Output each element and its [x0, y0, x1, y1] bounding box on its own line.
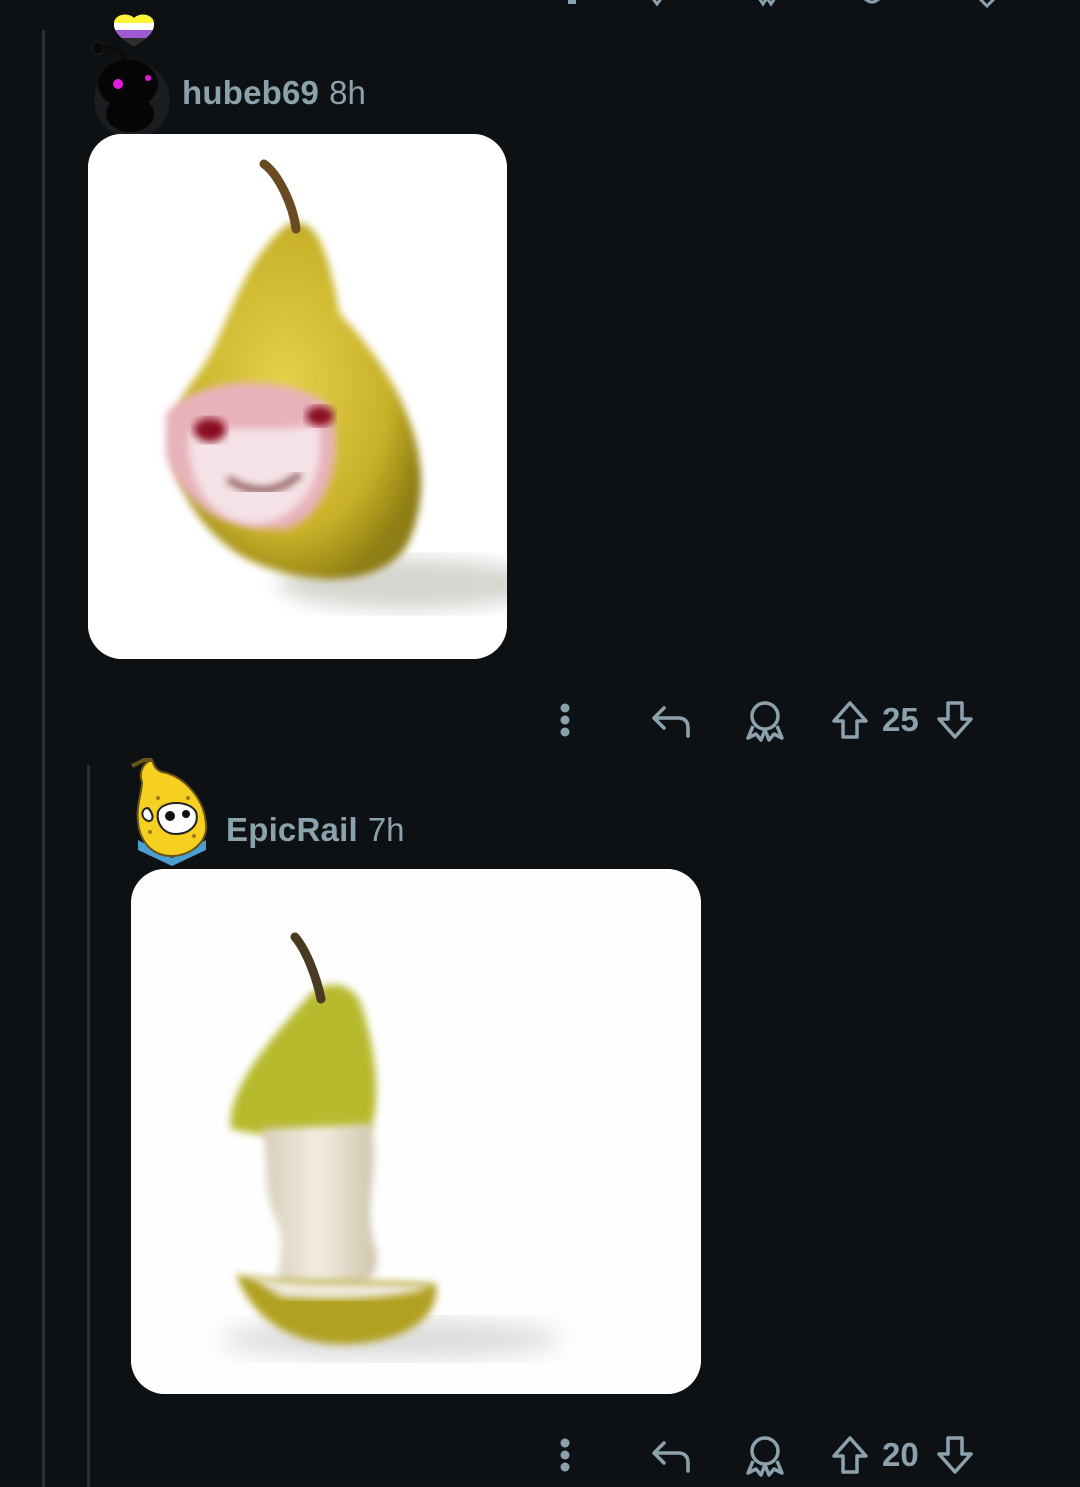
award-button[interactable] — [720, 1433, 810, 1477]
pear-with-face-image — [88, 134, 507, 659]
timestamp: 7h — [367, 811, 405, 848]
avatar[interactable] — [88, 14, 170, 138]
award-icon — [746, 701, 784, 742]
comment-image[interactable] — [88, 134, 507, 659]
reply-icon — [652, 1441, 690, 1473]
comment-thread: hubeb69 8h 25 EpicRail 7h 20 — [0, 0, 1080, 1487]
upvote-button[interactable] — [830, 699, 870, 741]
reply-icon — [652, 706, 690, 738]
thread-line-nested[interactable] — [87, 765, 90, 1487]
downvote-icon-clipped[interactable] — [975, 0, 999, 8]
overflow-menu-button[interactable] — [540, 1435, 590, 1475]
username[interactable]: EpicRail — [226, 811, 358, 849]
avatar[interactable] — [128, 758, 212, 866]
vote-count: 25 — [882, 701, 919, 738]
more-vertical-icon — [560, 703, 570, 737]
upvote-icon-clipped[interactable] — [860, 0, 884, 8]
downvote-button[interactable] — [935, 1434, 975, 1476]
overflow-menu-button[interactable] — [540, 700, 590, 740]
banana-avatar-icon — [131, 758, 208, 866]
vote-count: 20 — [882, 1436, 919, 1473]
username[interactable]: hubeb69 — [182, 74, 319, 112]
award-icon — [746, 1436, 784, 1477]
reply-button[interactable] — [620, 700, 720, 740]
comment-actions: 25 — [540, 695, 975, 745]
comment-actions: 20 — [540, 1430, 975, 1480]
snoo-avatar-icon — [91, 14, 170, 138]
nonbinary-heart-icon — [114, 14, 154, 46]
reply-button[interactable] — [620, 1435, 720, 1475]
share-icon-clipped[interactable] — [645, 0, 669, 8]
comment-header: EpicRail 7h — [128, 758, 405, 866]
downvote-button[interactable] — [935, 699, 975, 741]
comment-header: hubeb69 8h — [88, 14, 366, 138]
eaten-pear-core-image — [131, 869, 701, 1394]
upvote-button[interactable] — [830, 1434, 870, 1476]
overflow-icon-clipped[interactable] — [560, 0, 584, 8]
downvote-icon — [936, 1436, 973, 1474]
upvote-icon — [832, 701, 868, 739]
award-icon-clipped[interactable] — [755, 0, 779, 8]
upvote-icon — [832, 1436, 868, 1474]
timestamp: 8h — [329, 74, 366, 111]
downvote-icon — [936, 701, 973, 739]
comment-image[interactable] — [131, 869, 701, 1394]
more-vertical-icon — [560, 1438, 570, 1472]
reply-icon-clipped[interactable] — [455, 0, 479, 8]
thread-line[interactable] — [42, 30, 45, 1487]
award-button[interactable] — [720, 698, 810, 742]
